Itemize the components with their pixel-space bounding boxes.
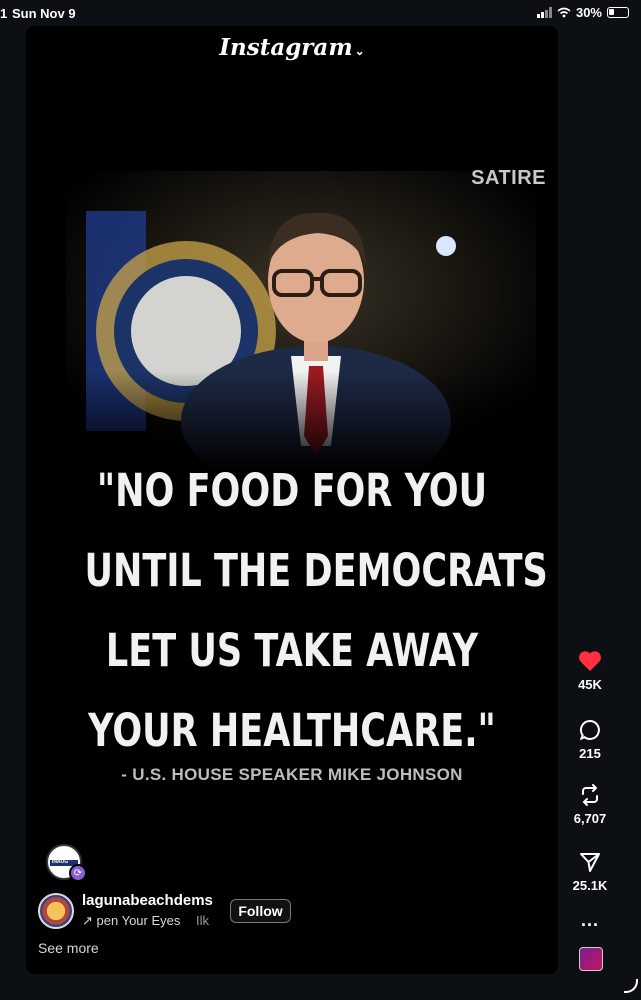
home-indicator-corner <box>624 979 638 993</box>
battery-icon <box>607 7 629 18</box>
music-arrow-icon: ↗ <box>82 913 93 928</box>
post-photo <box>66 171 536 471</box>
wifi-icon <box>557 7 571 18</box>
more-options-button[interactable]: ... <box>560 910 620 931</box>
username[interactable]: lagunabeachdems <box>82 892 213 909</box>
satire-label: SATIRE <box>471 167 546 189</box>
quote-line: YOUR HEALTHCARE." <box>88 704 496 757</box>
comment-icon[interactable] <box>579 719 601 741</box>
user-avatar[interactable] <box>38 893 74 929</box>
instagram-logo: Instagram <box>219 34 353 61</box>
audio-thumbnail[interactable] <box>579 947 603 971</box>
comment-count: 215 <box>579 746 601 761</box>
quote-line: LET US TAKE AWAY <box>105 624 479 677</box>
like-count: 45K <box>578 677 602 692</box>
comment-action[interactable]: 215 <box>560 719 620 761</box>
status-indicators: 30% <box>536 5 629 20</box>
song-info[interactable]: ↗ pen Your Eyes Ilk <box>82 913 209 929</box>
collaborator-avatar-text: INAUG <box>52 859 69 865</box>
quote-line: "NO FOOD FOR YOU <box>96 464 488 517</box>
repost-count: 6,707 <box>573 811 607 826</box>
quote-text: "NO FOOD FOR YOU UNTIL THE DEMOCRATS LET… <box>84 451 548 771</box>
share-count: 25.1K <box>572 878 608 893</box>
status-date: Sun Nov 9 <box>12 6 76 21</box>
chevron-down-icon: ⌄ <box>354 44 365 58</box>
instagram-header[interactable]: Instagram ⌄ <box>26 34 558 61</box>
repost-action[interactable]: 6,707 <box>560 784 620 826</box>
see-more-link[interactable]: See more <box>38 940 99 956</box>
quote-attribution: - U.S. HOUSE SPEAKER MIKE JOHNSON <box>121 765 463 784</box>
collab-badge-icon: ⟳ <box>69 864 87 882</box>
quote-line: UNTIL THE DEMOCRATS <box>84 544 548 597</box>
repost-icon[interactable] <box>579 784 601 806</box>
song-title: pen Your Eyes <box>96 913 181 928</box>
battery-percent: 30% <box>575 5 602 20</box>
status-time: 1 <box>0 6 8 21</box>
share-icon[interactable] <box>579 851 601 873</box>
heart-icon[interactable] <box>578 650 602 672</box>
cellular-signal-icon <box>536 7 552 18</box>
status-bar: 1 Sun Nov 9 30% <box>0 0 641 26</box>
like-action[interactable]: 45K <box>560 650 620 692</box>
song-artist: Ilk <box>196 913 210 928</box>
post-card[interactable]: Instagram ⌄ SATIRE "NO FOOD FOR YOU UNTI… <box>26 26 558 974</box>
follow-button[interactable]: Follow <box>230 899 291 923</box>
share-action[interactable]: 25.1K <box>560 851 620 893</box>
